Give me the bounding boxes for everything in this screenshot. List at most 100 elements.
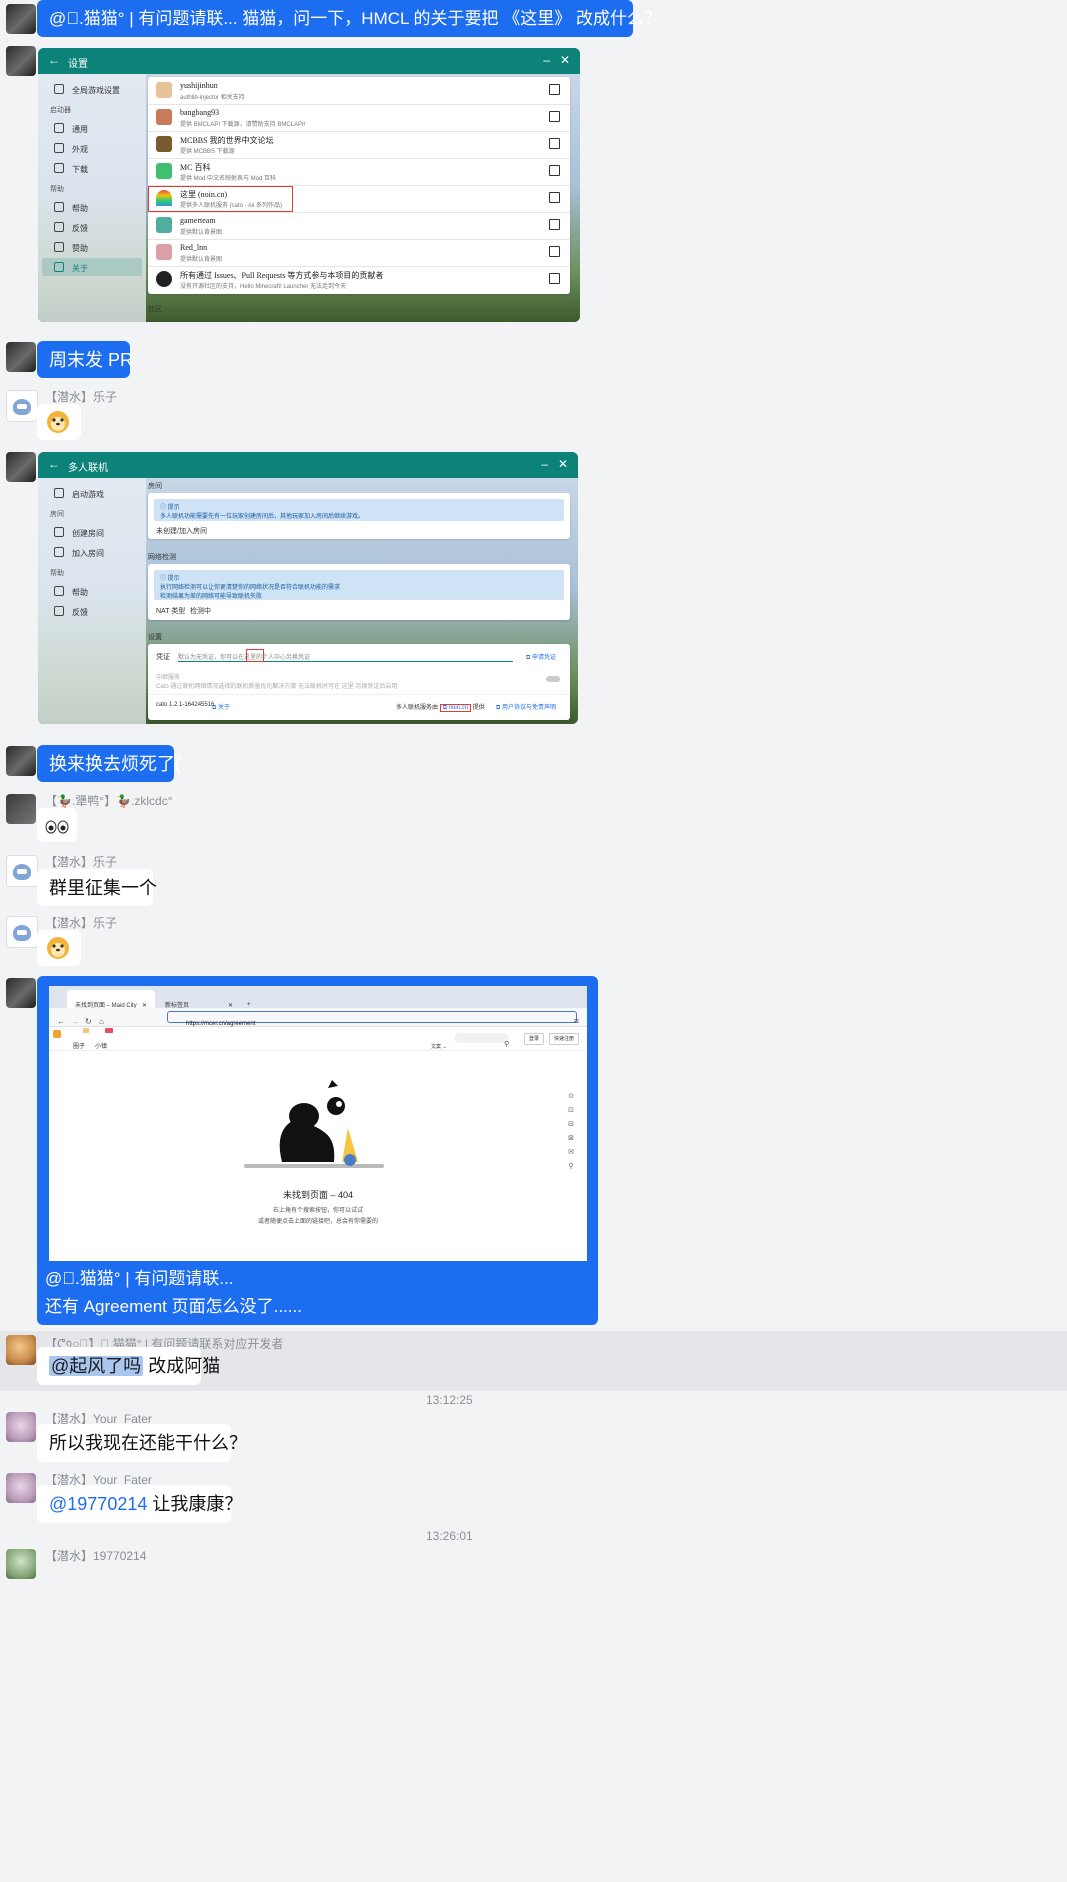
avatar[interactable]	[6, 1412, 36, 1442]
external-link-icon[interactable]	[549, 165, 560, 176]
avatar[interactable]	[6, 46, 36, 76]
external-link-icon[interactable]	[549, 138, 560, 149]
list-item[interactable]: 所有通过 Issues、Pull Requests 等方式参与本项目的贡献者 没有…	[148, 266, 570, 293]
sidebar-item-about[interactable]: 关于	[42, 258, 142, 276]
feedback-icon	[54, 606, 64, 616]
sidebar-item-download[interactable]: 下载	[54, 163, 88, 175]
download-icon	[54, 163, 64, 173]
minimize-icon[interactable]: –	[541, 457, 548, 471]
list-item[interactable]: Red_lnn 提供默认背景图	[148, 239, 570, 267]
avatar[interactable]	[6, 916, 38, 948]
list-item[interactable]: yushijinhun authlib-injector 相关支持	[148, 77, 570, 105]
login-button[interactable]: 登录	[524, 1033, 544, 1045]
sidebar-item-appearance[interactable]: 外观	[54, 143, 88, 155]
avatar[interactable]	[6, 390, 38, 422]
highlight-box	[148, 186, 293, 212]
search-icon[interactable]: ⚲	[504, 1034, 509, 1056]
tool-icon[interactable]: ⚲	[565, 1156, 577, 1170]
avatar[interactable]	[6, 855, 38, 887]
sidebar-item-help[interactable]: 帮助	[54, 586, 88, 598]
external-link-icon[interactable]	[549, 246, 560, 257]
provider-link[interactable]: ⧉ noin.cn	[439, 704, 471, 712]
message-bubble[interactable]: @19770214 让我康康？	[37, 1485, 242, 1523]
list-item[interactable]: gamerteam 提供默认背景图	[148, 212, 570, 240]
sidebar-item-join[interactable]: 加入房间	[54, 547, 104, 559]
sticker-bubble[interactable]	[37, 808, 77, 842]
external-link-icon[interactable]	[549, 84, 560, 95]
item-desc: 提供 BMCLAPI 下载源，请赞助支持 BMCLAPI!	[180, 122, 306, 128]
divider	[148, 694, 570, 695]
tool-icon[interactable]: ⊠	[565, 1128, 577, 1142]
avatar[interactable]	[6, 342, 36, 372]
sticker-bubble[interactable]	[37, 930, 81, 966]
message-bubble[interactable]: 周末发 PR	[37, 341, 133, 378]
back-arrow-icon[interactable]: ←	[48, 457, 60, 471]
avatar[interactable]	[6, 1335, 36, 1365]
sidebar-item-sponsor[interactable]: 赞助	[54, 242, 88, 254]
avatar[interactable]	[6, 978, 36, 1008]
external-link-icon[interactable]	[549, 111, 560, 122]
sticker-bubble[interactable]	[37, 404, 81, 440]
sidebar-heading: 启动器	[50, 107, 71, 114]
message-bubble[interactable]: 群里征集一个	[37, 869, 157, 906]
search-input[interactable]	[454, 1033, 509, 1043]
avatar[interactable]	[6, 1549, 36, 1579]
nav-item-town[interactable]: 小镇	[95, 1036, 107, 1058]
list-item[interactable]: bangbang93 提供 BMCLAPI 下载源，请赞助支持 BMCLAPI!	[148, 104, 570, 132]
nav-item-circles[interactable]: 圈子	[73, 1036, 85, 1058]
list-item[interactable]: MCBBS 我的世界中文论坛 提供 MCBBS 下载源	[148, 131, 570, 159]
minimize-icon[interactable]: –	[543, 53, 550, 67]
about-link[interactable]: ⧉ 关于	[212, 702, 230, 712]
screenshot-image[interactable]: ← 设置 – ✕ 全局游戏设置 启动器 通用 外观 下载 帮助 帮助 反馈 赞助…	[38, 48, 580, 322]
address-bar[interactable]: https://mcer.cn/agreement	[167, 1011, 577, 1027]
mcmod-icon	[156, 163, 172, 179]
new-tab-icon[interactable]: +	[245, 990, 259, 1008]
message-bubble[interactable]: 换来换去烦死了(	[37, 745, 181, 782]
sidebar-item-create[interactable]: 创建房间	[54, 527, 104, 539]
mention[interactable]: @19770214	[49, 1494, 147, 1514]
site-logo-icon[interactable]	[53, 1030, 61, 1038]
message-bubble[interactable]: @起风了吗 改成阿猫	[37, 1347, 220, 1385]
side-tool-rail: ⊙ ⊡ ⊟ ⊠ ✉ ⚲	[565, 1086, 577, 1226]
list-item[interactable]: 这里 (noin.cn) 提供多人联机服务 (cato · ioi 系列作品)	[148, 185, 570, 213]
close-icon[interactable]: ✕	[558, 457, 568, 471]
list-item[interactable]: MC 百科 提供 Mod 中文名映射表与 Mod 百科	[148, 158, 570, 186]
screenshot-image[interactable]: ← 多人联机 – ✕ 启动游戏 房间 创建房间 加入房间 帮助 帮助 反馈 房间…	[38, 452, 578, 724]
message-row: 【潜水】乐子	[0, 386, 1067, 440]
avatar[interactable]	[6, 4, 36, 34]
tool-icon[interactable]: ✉	[565, 1142, 577, 1156]
apply-token-link[interactable]: ⧉ 申请凭证	[526, 652, 556, 662]
avatar[interactable]	[6, 794, 36, 824]
tab-active[interactable]: 未找到页面 – Maid City ✕	[67, 990, 155, 1009]
avatar[interactable]	[6, 746, 36, 776]
avatar[interactable]	[6, 1473, 36, 1503]
tool-icon[interactable]: ⊡	[565, 1100, 577, 1114]
language-select[interactable]: 文案 ⌄	[431, 1036, 447, 1058]
external-link-icon[interactable]	[549, 219, 560, 230]
agreement-link[interactable]: ⧉ 用户协议与免责声明	[496, 702, 556, 712]
sidebar-item-global[interactable]: 全局游戏设置	[54, 84, 120, 96]
sidebar-heading: 房间	[50, 511, 64, 518]
register-button[interactable]: 快速注册	[549, 1033, 579, 1045]
close-icon[interactable]: ✕	[560, 53, 570, 67]
avatar[interactable]	[6, 452, 36, 482]
sidebar-item-feedback[interactable]: 反馈	[54, 222, 88, 234]
sidebar-item-help[interactable]: 帮助	[54, 202, 88, 214]
sidebar-item-launch[interactable]: 启动游戏	[54, 488, 104, 500]
info-tip: ⓘ 提示 多人联机功能需要先有一位玩家创建房间后，其他玩家加入房间后继续游戏。	[154, 499, 564, 521]
tool-icon[interactable]: ⊟	[565, 1114, 577, 1128]
external-link-icon[interactable]	[549, 273, 560, 284]
browser-screenshot[interactable]: 未找到页面 – Maid City ✕ 新标签页 ✕ + ← → ↻ ⌂ htt…	[49, 986, 587, 1261]
external-link-icon[interactable]	[549, 192, 560, 203]
mention[interactable]: @起风了吗	[49, 1356, 144, 1376]
relay-toggle[interactable]	[546, 676, 560, 682]
message-bubble[interactable]: 未找到页面 – Maid City ✕ 新标签页 ✕ + ← → ↻ ⌂ htt…	[37, 976, 598, 1325]
message-bubble[interactable]: 所以我现在还能干什么？	[37, 1424, 247, 1462]
token-input[interactable]: 默认为无凭证，你可以在这里的个人中心另换凭证	[178, 648, 513, 662]
sidebar-item-feedback[interactable]: 反馈	[54, 606, 88, 618]
back-arrow-icon[interactable]: ←	[48, 53, 60, 67]
sidebar-item-general[interactable]: 通用	[54, 123, 88, 135]
tab-inactive[interactable]: 新标签页 ✕	[157, 990, 241, 1009]
tool-icon[interactable]: ⊙	[565, 1086, 577, 1100]
message-bubble[interactable]: @ .猫猫° | 有问题请联... 猫猫，问一下，HMCL 的关于要把 《这里》…	[37, 0, 661, 37]
